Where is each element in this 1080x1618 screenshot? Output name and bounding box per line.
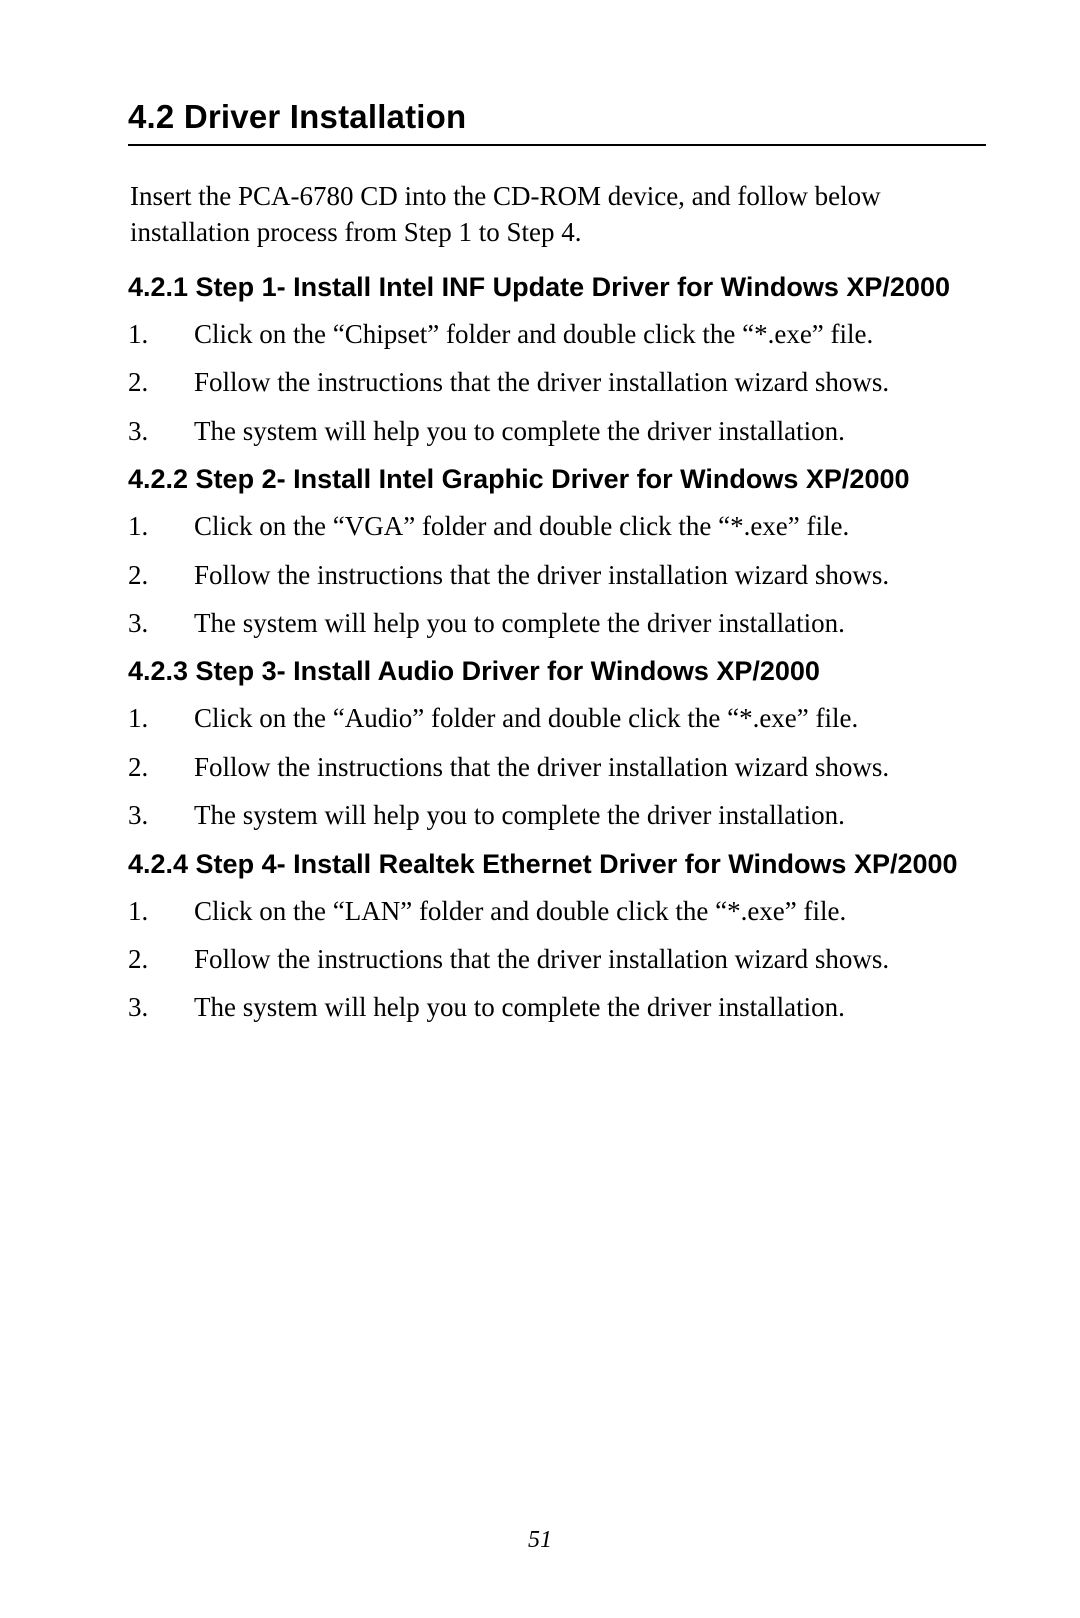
list-item: 1. Click on the “VGA” folder and double … bbox=[128, 508, 986, 544]
list-text: Click on the “LAN” folder and double cli… bbox=[194, 893, 986, 929]
subsection-heading: 4.2.1 Step 1- Install Intel INF Update D… bbox=[128, 271, 986, 304]
list-text: Click on the “VGA” folder and double cli… bbox=[194, 508, 986, 544]
list-number: 1. bbox=[128, 316, 194, 352]
section-title: 4.2 Driver Installation bbox=[128, 98, 986, 146]
list-text: The system will help you to complete the… bbox=[194, 989, 986, 1025]
list-item: 3. The system will help you to complete … bbox=[128, 797, 986, 833]
list-number: 3. bbox=[128, 797, 194, 833]
list-text: Follow the instructions that the driver … bbox=[194, 557, 986, 593]
list-number: 3. bbox=[128, 605, 194, 641]
section-intro: Insert the PCA-6780 CD into the CD-ROM d… bbox=[128, 178, 986, 251]
list-text: Follow the instructions that the driver … bbox=[194, 941, 986, 977]
list-text: Follow the instructions that the driver … bbox=[194, 749, 986, 785]
list-text: Click on the “Chipset” folder and double… bbox=[194, 316, 986, 352]
list-number: 2. bbox=[128, 749, 194, 785]
list-item: 2. Follow the instructions that the driv… bbox=[128, 749, 986, 785]
list-number: 3. bbox=[128, 989, 194, 1025]
list-item: 3. The system will help you to complete … bbox=[128, 413, 986, 449]
list-text: Click on the “Audio” folder and double c… bbox=[194, 700, 986, 736]
list-number: 1. bbox=[128, 893, 194, 929]
page-number: 51 bbox=[0, 1527, 1080, 1554]
list-number: 2. bbox=[128, 941, 194, 977]
subsection-heading: 4.2.4 Step 4- Install Realtek Ethernet D… bbox=[128, 848, 986, 881]
list-number: 1. bbox=[128, 508, 194, 544]
list-item: 1. Click on the “LAN” folder and double … bbox=[128, 893, 986, 929]
list-item: 2. Follow the instructions that the driv… bbox=[128, 557, 986, 593]
list-text: Follow the instructions that the driver … bbox=[194, 364, 986, 400]
list-number: 2. bbox=[128, 557, 194, 593]
list-item: 2. Follow the instructions that the driv… bbox=[128, 364, 986, 400]
subsection-heading: 4.2.2 Step 2- Install Intel Graphic Driv… bbox=[128, 463, 986, 496]
list-number: 2. bbox=[128, 364, 194, 400]
list-text: The system will help you to complete the… bbox=[194, 413, 986, 449]
list-item: 1. Click on the “Chipset” folder and dou… bbox=[128, 316, 986, 352]
list-item: 3. The system will help you to complete … bbox=[128, 605, 986, 641]
list-item: 2. Follow the instructions that the driv… bbox=[128, 941, 986, 977]
list-text: The system will help you to complete the… bbox=[194, 605, 986, 641]
document-page: 4.2 Driver Installation Insert the PCA-6… bbox=[0, 0, 1080, 1026]
list-item: 3. The system will help you to complete … bbox=[128, 989, 986, 1025]
list-number: 3. bbox=[128, 413, 194, 449]
list-number: 1. bbox=[128, 700, 194, 736]
subsection-heading: 4.2.3 Step 3- Install Audio Driver for W… bbox=[128, 655, 986, 688]
list-text: The system will help you to complete the… bbox=[194, 797, 986, 833]
list-item: 1. Click on the “Audio” folder and doubl… bbox=[128, 700, 986, 736]
